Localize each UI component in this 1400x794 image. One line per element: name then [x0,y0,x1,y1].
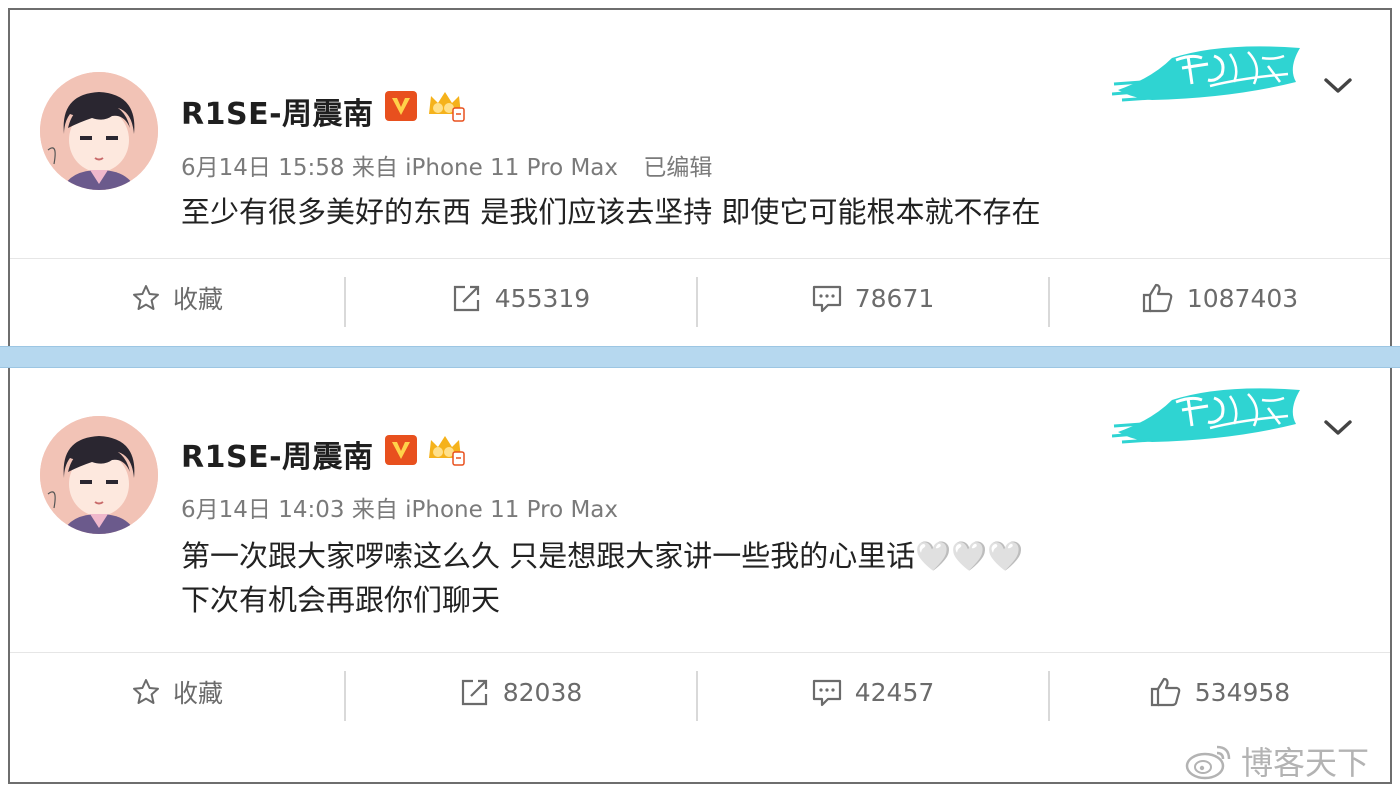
post-timestamp[interactable]: 6月14日 14:03 [181,497,345,523]
post-meta: 6月14日 15:58 来自 iPhone 11 Pro Max 已编辑 [181,148,712,182]
comment-button[interactable]: 42457 [697,653,1048,731]
weibo-post: R1SE-周震南 6月14日 14:03 来自 iPhone 11 Pro Ma… [10,370,1390,782]
decor-badge-icon [1112,388,1300,444]
thumbs-up-icon [1150,677,1181,707]
like-button[interactable]: 1087403 [1049,259,1390,337]
avatar[interactable] [40,416,158,534]
post-source: 来自 iPhone 11 Pro Max [351,497,618,523]
favorite-button[interactable]: 收藏 [10,259,344,337]
repost-button[interactable]: 455319 [345,259,696,337]
verified-v-icon [385,435,417,465]
share-icon [461,679,487,706]
content-line: 下次有机会再跟你们聊天 [181,583,501,617]
crown-member-icon [429,92,465,122]
username[interactable]: R1SE-周震南 [181,89,374,133]
avatar[interactable] [40,72,158,190]
content-line: 至少有很多美好的东西 是我们应该去坚持 即使它可能根本就不存在 [181,195,1041,229]
content-line: 第一次跟大家啰嗦这么久 只是想跟大家讲一些我的心里话🤍🤍🤍 [181,539,1024,573]
star-icon [132,285,159,310]
thumbs-up-icon [1142,283,1173,313]
chevron-down-icon[interactable] [1320,74,1356,96]
post-meta: 6月14日 14:03 来自 iPhone 11 Pro Max [181,490,618,524]
weibo-logo-icon [1185,745,1231,780]
action-bar: 收藏 455319 78671 1087403 [10,258,1390,336]
verified-v-icon [385,91,417,121]
watermark-text: 博客天下 [1241,744,1370,782]
star-icon [132,679,159,704]
repost-count: 455319 [494,283,591,313]
weibo-post: R1SE-周震南 6月14日 15:58 来自 iPhone 11 Pro Ma… [10,10,1390,342]
favorite-label: 收藏 [172,679,223,708]
post-source: 来自 iPhone 11 Pro Max [351,155,618,181]
like-count: 1087403 [1186,283,1299,313]
username[interactable]: R1SE-周震南 [181,432,374,476]
post-timestamp[interactable]: 6月14日 15:58 [181,155,345,181]
share-icon [453,285,479,312]
post-divider [0,346,1400,368]
repost-count: 82038 [502,677,583,707]
favorite-button[interactable]: 收藏 [10,653,344,731]
comment-icon [812,285,841,313]
watermark: 博客天下 [1183,738,1369,784]
post-content: 第一次跟大家啰嗦这么久 只是想跟大家讲一些我的心里话🤍🤍🤍 下次有机会再跟你们聊… [181,534,1024,622]
like-button[interactable]: 534958 [1049,653,1390,731]
decor-badge-icon [1112,46,1300,102]
comment-count: 78671 [854,283,935,313]
action-bar: 收藏 82038 42457 534958 [10,652,1390,730]
repost-button[interactable]: 82038 [345,653,696,731]
favorite-label: 收藏 [172,285,223,314]
post-content: 至少有很多美好的东西 是我们应该去坚持 即使它可能根本就不存在 [181,190,1040,234]
comment-icon [812,679,841,707]
edited-label[interactable]: 已编辑 [643,155,712,181]
chevron-down-icon[interactable] [1320,416,1356,438]
comment-count: 42457 [854,677,935,707]
comment-button[interactable]: 78671 [697,259,1048,337]
like-count: 534958 [1194,677,1291,707]
crown-member-icon [429,436,465,466]
